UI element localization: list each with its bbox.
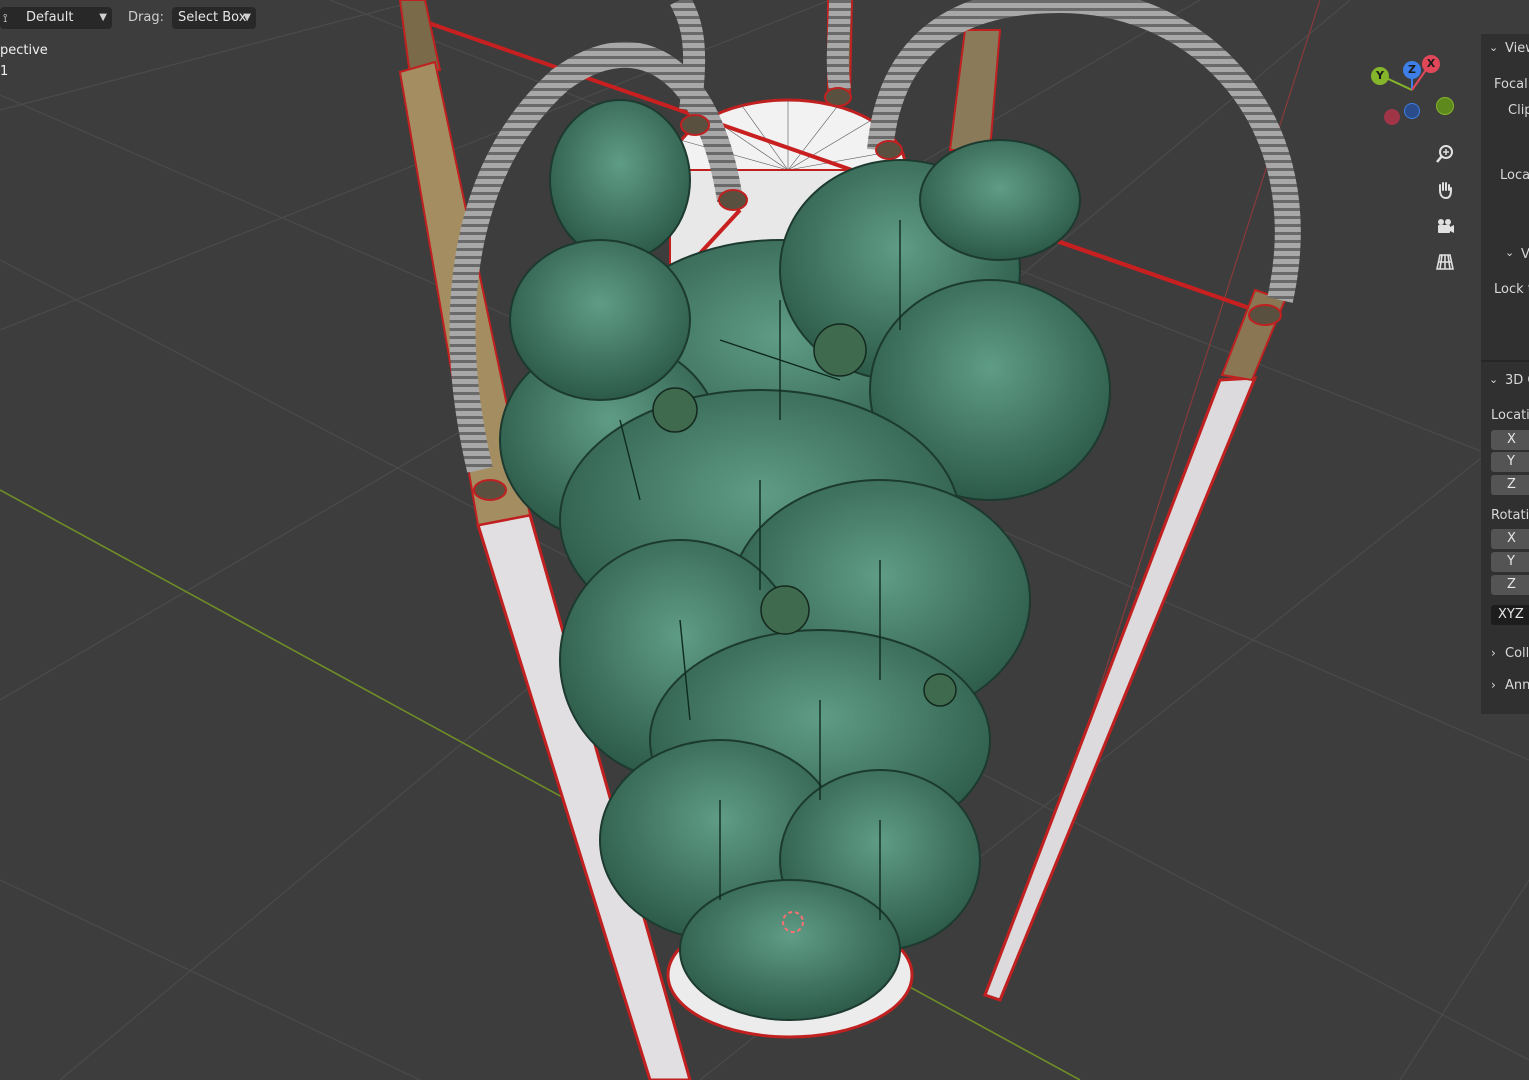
navigation-gizmo[interactable]: Y Z X (1366, 52, 1466, 132)
3d-cursor-panel-header[interactable]: 3D C (1505, 373, 1529, 388)
rotation-mode-dropdown[interactable]: XYZ E (1491, 605, 1529, 625)
viewport-scene (0, 0, 1529, 1080)
chevron-down-icon: ▼ (243, 12, 251, 23)
chevron-down-icon[interactable]: ⌄ (1489, 373, 1498, 386)
collection-label: 1 (0, 64, 9, 79)
clip-start-label: Clip (1508, 103, 1529, 118)
cursor-rotation-y-field[interactable]: Y (1491, 552, 1529, 572)
chevron-down-icon[interactable]: ⌄ (1489, 41, 1498, 54)
camera-icon (1438, 219, 1454, 233)
gizmo-neg-z-axis[interactable] (1404, 103, 1420, 119)
view-lock-header[interactable]: V (1521, 247, 1529, 262)
chevron-down-icon[interactable]: ⌄ (1505, 246, 1514, 259)
grid-ortho-icon (1436, 254, 1454, 270)
3d-viewport[interactable]: ⟟ Default ▼ Drag: Select Box ▼ pective 1… (0, 0, 1529, 1080)
view-name-label: pective (0, 43, 48, 58)
orientation-value: Default (26, 10, 74, 25)
cursor-rotation-z-field[interactable]: Z (1491, 575, 1529, 595)
pan-button[interactable] (1431, 176, 1459, 204)
hand-pan-icon (1439, 182, 1452, 200)
local-camera-label: Loca (1500, 168, 1529, 183)
ortho-toggle-button[interactable] (1431, 248, 1459, 276)
transform-orientation-dropdown[interactable]: ⟟ Default ▼ (0, 7, 112, 29)
zoom-icon (1436, 145, 1453, 163)
cursor-rotation-x-field[interactable]: X (1491, 529, 1529, 549)
drag-value: Select Box (178, 10, 247, 25)
focal-length-label: Focal (1494, 77, 1528, 92)
cursor-location-label: Locatio (1491, 408, 1529, 423)
cursor-location-x-field[interactable]: X (1491, 430, 1529, 450)
chevron-right-icon[interactable]: › (1491, 678, 1496, 692)
cursor-rotation-label: Rotatio (1491, 508, 1529, 523)
zoom-button[interactable] (1431, 140, 1459, 168)
gizmo-neg-x-axis[interactable] (1384, 109, 1400, 125)
gizmo-neg-y-axis[interactable] (1436, 97, 1454, 115)
view-panel-header[interactable]: View (1505, 41, 1529, 56)
gizmo-x-axis[interactable]: X (1422, 55, 1440, 73)
collections-panel-header[interactable]: Coll (1505, 646, 1529, 661)
camera-view-button[interactable] (1431, 212, 1459, 240)
cursor-location-y-field[interactable]: Y (1491, 452, 1529, 472)
drag-label: Drag: (128, 10, 164, 25)
orientation-icon: ⟟ (3, 11, 8, 25)
gizmo-y-axis[interactable]: Y (1371, 67, 1389, 85)
cursor-location-z-field[interactable]: Z (1491, 475, 1529, 495)
gizmo-z-axis[interactable]: Z (1403, 61, 1421, 79)
drag-select-dropdown[interactable]: Select Box ▼ (172, 7, 256, 29)
lock-to-object-label: Lock t (1494, 282, 1529, 297)
chevron-down-icon: ▼ (99, 12, 107, 23)
annotations-panel-header[interactable]: Ann (1505, 678, 1529, 693)
chevron-right-icon[interactable]: › (1491, 646, 1496, 660)
